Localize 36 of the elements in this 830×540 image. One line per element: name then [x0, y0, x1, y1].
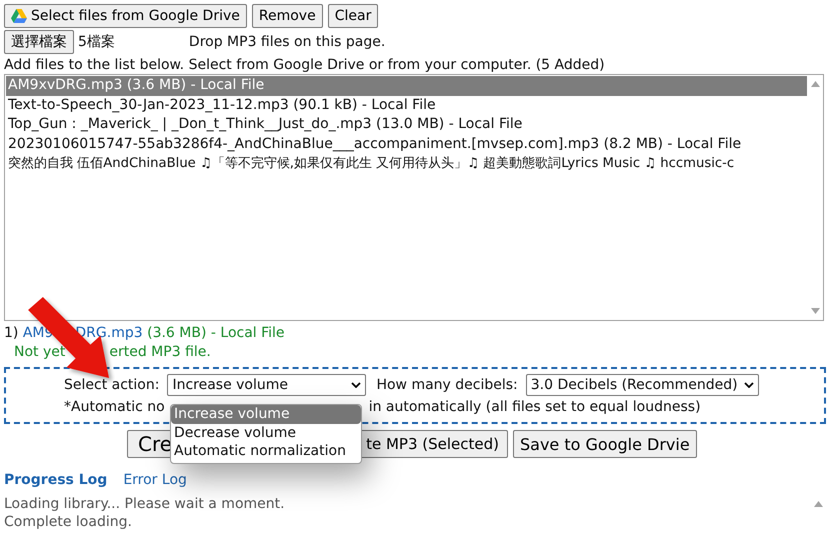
file-list-item[interactable]: Text-to-Speech_30-Jan-2023_11-12.mp3 (90.1 kB) - Local File	[6, 96, 807, 115]
choose-file-button[interactable]: 選擇檔案	[4, 30, 74, 54]
log-line: Complete loading.	[4, 513, 133, 531]
note-text: in automatically (all files set to equal loudness)	[368, 399, 701, 415]
decibels-select[interactable]: 3.0 Decibels (Recommended)	[526, 374, 759, 396]
dropdown-option[interactable]: Increase volume	[171, 405, 361, 424]
file-count: 5檔案	[78, 33, 115, 51]
save-drive-button[interactable]: Save to Google Drvie	[513, 430, 697, 458]
conversion-status: Not yet	[14, 344, 66, 360]
log-tab[interactable]: Progress Log	[4, 470, 108, 490]
note-text: *Automatic no	[64, 399, 165, 415]
drop-hint: Drop MP3 files on this page.	[188, 34, 386, 50]
toolbar-button[interactable]: Clear	[328, 4, 378, 28]
decibels-label: How many decibels:	[376, 377, 518, 393]
log-tab[interactable]: Error Log	[123, 470, 187, 490]
action-select[interactable]: Increase volume	[167, 374, 366, 396]
file-list-item[interactable]: 突然的自我 伍佰AndChinaBlue ♫「等不完守候,如果仅有此生 又何用待从头」♫ 超美動態歌詞Lyrics Music ♫ hccmusic-c	[6, 154, 807, 174]
file-list[interactable]	[4, 74, 824, 321]
instructions: Add files to the list below. Select from Google Drive or from your computer. (5 Added)	[4, 57, 606, 74]
action-label: Select action:	[64, 377, 160, 393]
scroll-up-icon[interactable]	[810, 81, 820, 87]
file-list-item[interactable]: 20230106015747-55ab3286f4-_AndChinaBlue___accompaniment.[mvsep.com].mp3 (8.2 MB) - Local File	[6, 134, 807, 154]
file-list-item[interactable]: AM9xvDRG.mp3 (3.6 MB) - Local File	[6, 76, 807, 96]
chevron-icon	[744, 382, 754, 388]
log-line: Loading library... Please wait a moment.	[4, 495, 286, 513]
scroll-down-icon[interactable]	[810, 308, 820, 314]
file-details: (3.6 MB) - Local File	[147, 325, 285, 341]
conversion-status: erted MP3 file.	[109, 344, 211, 360]
scroll-up-icon[interactable]	[814, 501, 822, 507]
file-index: 1)	[4, 325, 18, 341]
toolbar-button[interactable]: Remove	[252, 4, 323, 28]
drive-icon	[11, 9, 27, 23]
drive-select-button[interactable]: Select files from Google Drive	[4, 4, 247, 28]
chevron-icon	[351, 382, 362, 388]
file-name-link[interactable]: DRG.mp3	[75, 325, 143, 341]
file-list-item[interactable]: Top_Gun : _Maverick_ | _Don_t_Think__Just_do_.mp3 (13.0 MB) - Local File	[6, 115, 807, 134]
